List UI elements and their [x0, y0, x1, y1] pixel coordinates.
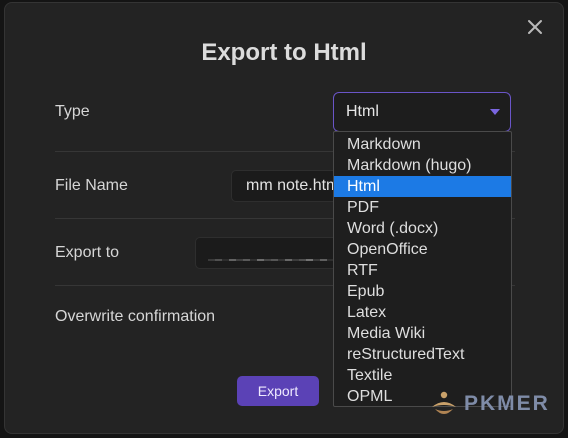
file-name-label: File Name [55, 177, 128, 194]
dropdown-option[interactable]: reStructuredText [334, 344, 511, 365]
dropdown-option[interactable]: Html [334, 176, 511, 197]
type-label: Type [55, 103, 90, 120]
dropdown-option[interactable]: Media Wiki [334, 323, 511, 344]
export-path-input[interactable] [195, 237, 341, 269]
pkmer-watermark: PKMER [430, 388, 550, 420]
dropdown-option[interactable]: Epub [334, 281, 511, 302]
export-to-label: Export to [55, 244, 120, 261]
dropdown-option[interactable]: RTF [334, 260, 511, 281]
file-name-input[interactable]: mm note.html [231, 170, 341, 202]
blurred-path-value [208, 247, 338, 261]
dropdown-option[interactable]: PDF [334, 197, 511, 218]
chevron-down-icon [490, 109, 500, 115]
watermark-text: PKMER [464, 392, 550, 415]
close-icon[interactable] [525, 17, 545, 37]
dropdown-option[interactable]: Textile [334, 365, 511, 386]
type-dropdown-list: Markdown Markdown (hugo) Html PDF Word (.doc… [333, 131, 512, 407]
dropdown-option[interactable]: OpenOffice [334, 239, 511, 260]
overwrite-confirmation-label: Overwrite confirmation [55, 308, 216, 325]
type-select-value: Html [346, 103, 379, 120]
pkmer-logo-icon [432, 391, 456, 414]
dialog-title: Export to Html [201, 39, 367, 66]
dropdown-option[interactable]: Word (.docx) [334, 218, 511, 239]
dropdown-option[interactable]: Markdown (hugo) [334, 155, 511, 176]
file-name-value: mm note.html [246, 177, 341, 194]
export-button[interactable]: Export [237, 376, 319, 406]
type-select[interactable]: Html [333, 92, 511, 132]
dropdown-option[interactable]: Markdown [334, 134, 511, 155]
dropdown-option[interactable]: Latex [334, 302, 511, 323]
